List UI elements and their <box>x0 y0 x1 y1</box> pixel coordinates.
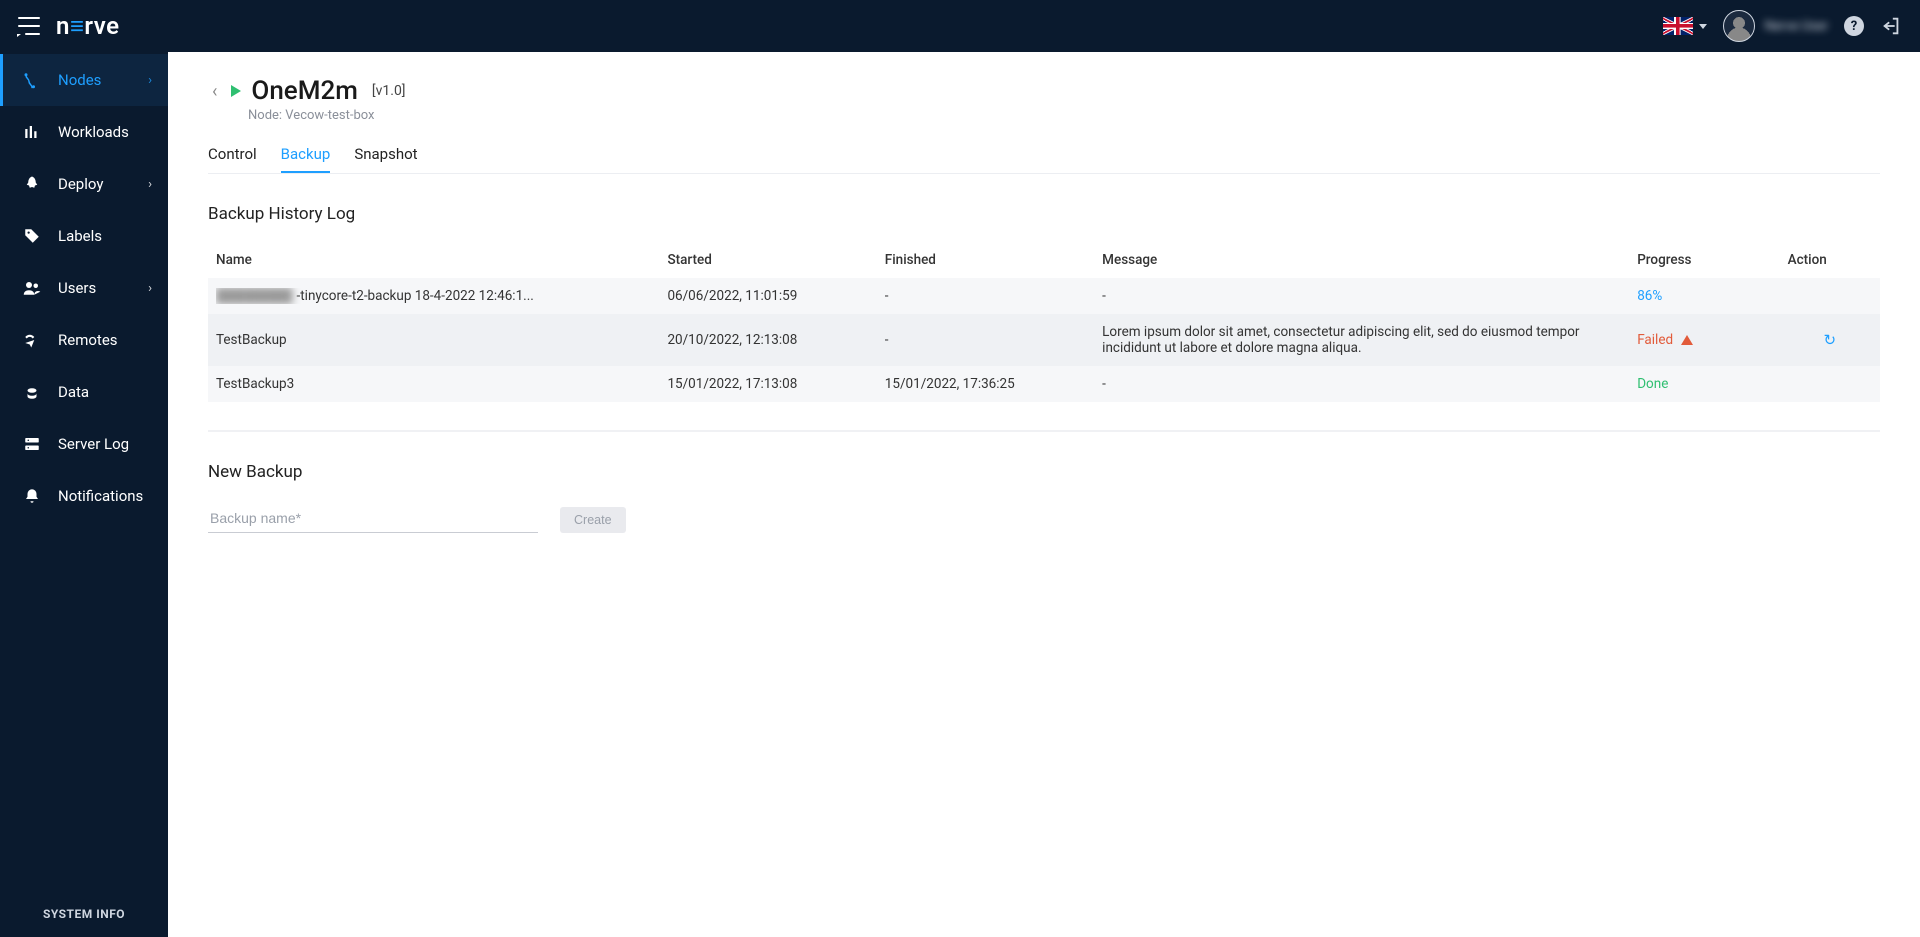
sidebar: Nodes › Workloads Deploy › Labels Users › Remote… <box>0 52 168 937</box>
retry-button[interactable]: ↻ <box>1824 331 1837 349</box>
sidebar-item-label: Notifications <box>58 487 143 505</box>
section-divider <box>208 430 1880 432</box>
col-action: Action <box>1780 242 1880 278</box>
table-row[interactable]: TestBackup3 15/01/2022, 17:13:0815/01/202… <box>208 366 1880 402</box>
labels-icon <box>22 227 42 245</box>
col-started: Started <box>659 242 876 278</box>
sidebar-item-label: Nodes <box>58 71 101 89</box>
chevron-right-icon: › <box>148 73 152 88</box>
finished-cell: 15/01/2022, 17:36:25 <box>877 366 1094 402</box>
workloads-icon <box>22 123 42 141</box>
sidebar-item-deploy[interactable]: Deploy › <box>0 158 168 210</box>
col-name: Name <box>208 242 659 278</box>
username: Nerve User <box>1765 19 1828 34</box>
main-content: ‹ OneM2m [v1.0] Node: Vecow-test-box Con… <box>168 52 1920 937</box>
menu-toggle-button[interactable] <box>18 17 40 35</box>
sidebar-item-label: Labels <box>58 227 102 245</box>
server-log-icon <box>22 435 42 453</box>
sidebar-item-notifications[interactable]: Notifications <box>0 470 168 522</box>
avatar <box>1723 10 1755 42</box>
sidebar-item-label: Server Log <box>58 435 129 453</box>
table-row[interactable]: ████████-tinycore-t2-backup 18-4-2022 12… <box>208 278 1880 314</box>
sidebar-item-labels[interactable]: Labels <box>0 210 168 262</box>
brand-part1: n <box>56 12 70 40</box>
backup-name: TestBackup <box>216 332 651 348</box>
sidebar-item-server-log[interactable]: Server Log <box>0 418 168 470</box>
col-message: Message <box>1094 242 1629 278</box>
progress-text: 86% <box>1637 288 1662 304</box>
tab-backup[interactable]: Backup <box>281 145 331 173</box>
create-backup-button[interactable]: Create <box>560 507 626 533</box>
finished-cell: - <box>877 278 1094 314</box>
progress-failed: Failed <box>1637 332 1771 348</box>
table-row[interactable]: TestBackup 20/10/2022, 12:13:08-Lorem ips… <box>208 314 1880 366</box>
brand-accent: ≡ <box>70 12 85 41</box>
language-selector[interactable] <box>1663 17 1707 35</box>
sidebar-item-data[interactable]: Data <box>0 366 168 418</box>
tab-snapshot[interactable]: Snapshot <box>354 145 417 173</box>
node-subtitle: Node: Vecow-test-box <box>248 108 1880 123</box>
remotes-icon <box>22 331 42 349</box>
backup-name: TestBackup3 <box>216 376 651 392</box>
chevron-right-icon: › <box>148 177 152 192</box>
finished-cell: - <box>877 314 1094 366</box>
backup-history-title: Backup History Log <box>208 204 1880 224</box>
user-menu[interactable]: Nerve User <box>1723 10 1828 42</box>
help-icon[interactable]: ? <box>1844 16 1864 36</box>
sidebar-item-label: Users <box>58 279 96 297</box>
started-cell: 20/10/2022, 12:13:08 <box>659 314 876 366</box>
tabs: Control Backup Snapshot <box>208 145 1880 174</box>
message-cell: Lorem ipsum dolor sit amet, consectetur … <box>1094 314 1629 366</box>
back-button[interactable]: ‹ <box>208 79 221 104</box>
backup-name: ████████-tinycore-t2-backup 18-4-2022 12… <box>216 288 651 304</box>
message-cell: - <box>1094 366 1629 402</box>
users-icon <box>22 279 42 297</box>
backup-history-table: Name Started Finished Message Progress A… <box>208 242 1880 402</box>
brand-part2: rve <box>84 12 119 40</box>
sidebar-item-workloads[interactable]: Workloads <box>0 106 168 158</box>
tab-control[interactable]: Control <box>208 145 257 173</box>
deploy-icon <box>22 175 42 193</box>
message-cell: - <box>1094 278 1629 314</box>
topbar: n≡rve Nerve User ? <box>0 0 1920 52</box>
sidebar-item-label: Remotes <box>58 331 118 349</box>
chevron-right-icon: › <box>148 281 152 296</box>
data-icon <box>22 383 42 401</box>
sidebar-item-nodes[interactable]: Nodes › <box>0 54 168 106</box>
sidebar-item-remotes[interactable]: Remotes <box>0 314 168 366</box>
logout-button[interactable] <box>1880 15 1902 37</box>
flag-uk-icon <box>1663 17 1693 35</box>
table-header-row: Name Started Finished Message Progress A… <box>208 242 1880 278</box>
sidebar-item-label: Data <box>58 383 89 401</box>
col-finished: Finished <box>877 242 1094 278</box>
sidebar-item-label: Workloads <box>58 123 129 141</box>
notifications-icon <box>22 487 42 505</box>
chevron-down-icon <box>1699 24 1707 29</box>
started-cell: 06/06/2022, 11:01:59 <box>659 278 876 314</box>
started-cell: 15/01/2022, 17:13:08 <box>659 366 876 402</box>
backup-name-input[interactable] <box>208 504 538 533</box>
nodes-icon <box>22 71 42 89</box>
progress-text: Done <box>1637 376 1668 392</box>
page-title: OneM2m <box>251 76 357 106</box>
brand-logo: n≡rve <box>56 12 120 41</box>
nav-list: Nodes › Workloads Deploy › Labels Users › Remote… <box>0 52 168 522</box>
sidebar-item-users[interactable]: Users › <box>0 262 168 314</box>
new-backup-title: New Backup <box>208 462 1880 482</box>
warning-icon <box>1681 335 1693 345</box>
version-label: [v1.0] <box>372 83 406 99</box>
running-status-icon <box>231 85 241 97</box>
system-info-link[interactable]: SYSTEM INFO <box>0 891 168 937</box>
sidebar-item-label: Deploy <box>58 175 103 193</box>
col-progress: Progress <box>1629 242 1779 278</box>
